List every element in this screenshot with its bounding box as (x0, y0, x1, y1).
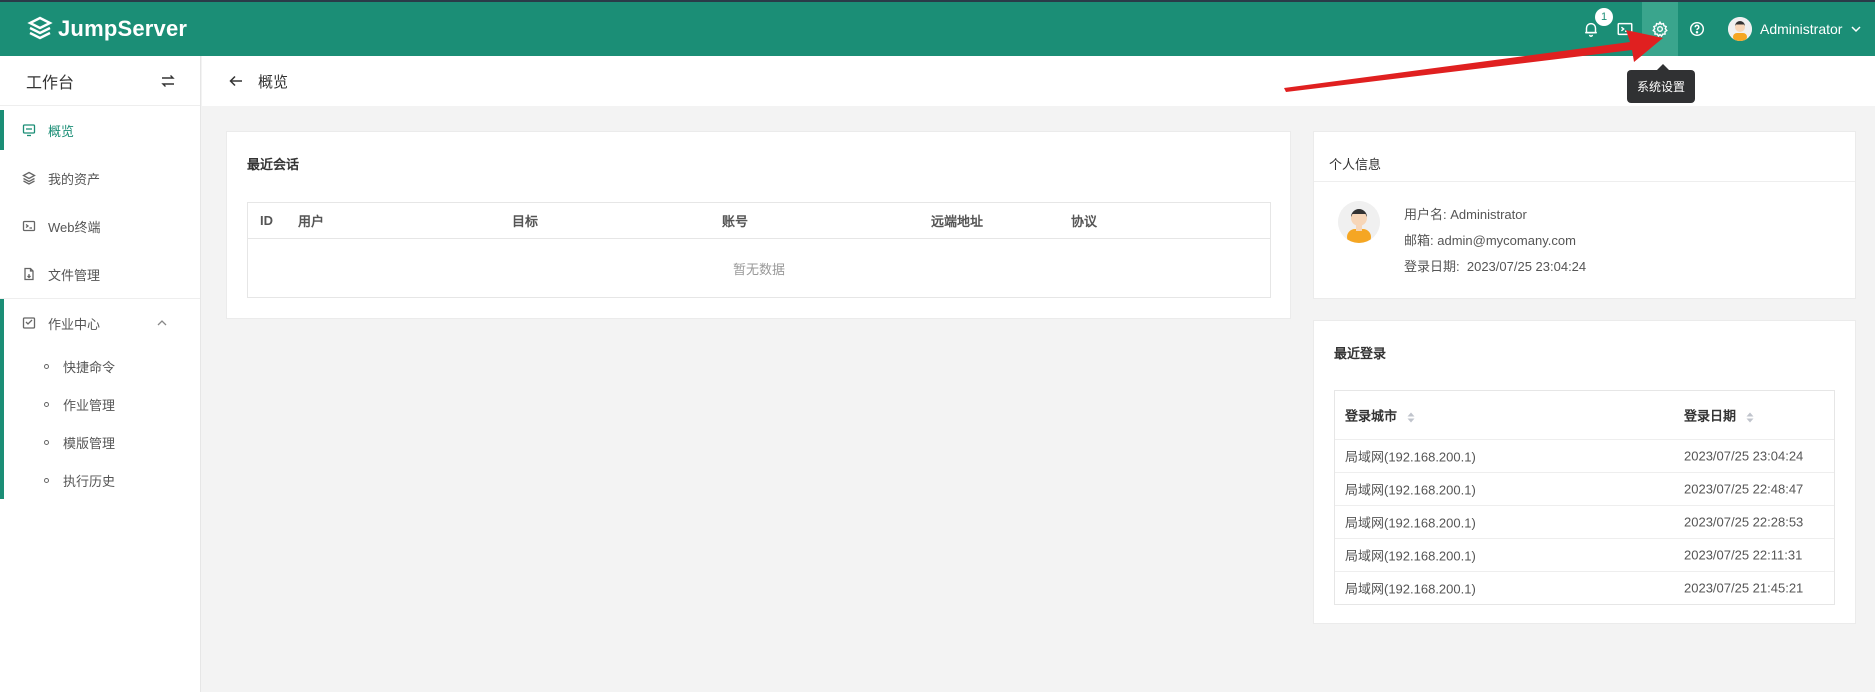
sidebar-subitem-label: 模版管理 (63, 435, 116, 451)
switch-view-icon[interactable] (160, 73, 176, 89)
divider (1314, 181, 1855, 182)
sidebar-item-overview[interactable]: 概览 (0, 106, 200, 154)
chevron-up-icon (157, 320, 167, 326)
table-row: 局域网(192.168.200.1) 2023/07/25 23:04:24 (1335, 439, 1834, 472)
help-icon (1689, 21, 1705, 37)
email-label: 邮箱: (1404, 233, 1434, 248)
column-header-user: 用户 (298, 214, 325, 229)
cell-city: 局域网(192.168.200.1) (1345, 581, 1476, 597)
jumpserver-logo-icon (27, 16, 53, 40)
username-label: 用户名: (1404, 207, 1447, 222)
task-icon (22, 317, 36, 329)
sidebar-item-web-terminal[interactable]: Web终端 (0, 202, 200, 250)
avatar (1338, 201, 1380, 243)
sidebar-header: 工作台 (0, 56, 200, 106)
sidebar-subitem-label: 快捷命令 (63, 359, 116, 375)
monitor-icon (22, 124, 36, 137)
cell-city: 局域网(192.168.200.1) (1345, 515, 1476, 531)
cell-city: 局域网(192.168.200.1) (1345, 482, 1476, 498)
table-row: 局域网(192.168.200.1) 2023/07/25 22:48:47 (1335, 472, 1834, 505)
sidebar-item-job-center[interactable]: 作业中心 (0, 299, 200, 347)
table-row: 局域网(192.168.200.1) 2023/07/25 21:45:21 (1335, 571, 1834, 604)
column-header-label: 登录城市 (1345, 408, 1398, 424)
column-header-label: 登录日期 (1684, 408, 1737, 424)
sort-icon[interactable] (1746, 411, 1754, 423)
sort-icon[interactable] (1407, 411, 1415, 423)
avatar (1728, 17, 1752, 41)
bullet-icon (44, 363, 49, 369)
sidebar-subitem-job-management[interactable]: 作业管理 (0, 385, 200, 423)
column-header-city[interactable]: 登录城市 (1345, 406, 1415, 425)
recent-sessions-table: ID 用户 目标 账号 远端地址 协议 暂无数据 (247, 202, 1271, 298)
profile-card: 个人信息 用户名: Administrator 邮箱: admin@mycoma… (1313, 131, 1856, 299)
login-date-value: 2023/07/25 23:04:24 (1466, 259, 1587, 274)
sidebar: 工作台 概览 我的资产 Web终端 文件管理 作业中心 快捷命令 作业管理 模版… (0, 56, 201, 692)
profile-title: 个人信息 (1329, 157, 1382, 172)
cell-date: 2023/07/25 21:45:21 (1684, 580, 1804, 596)
back-arrow-icon[interactable] (228, 73, 244, 89)
cell-city: 局域网(192.168.200.1) (1345, 548, 1476, 564)
help-button[interactable] (1679, 2, 1715, 56)
cell-date: 2023/07/25 22:28:53 (1684, 514, 1804, 530)
recent-logins-card: 最近登录 登录城市 登录日期 局域网(192.168.200.1) 2023/07… (1313, 320, 1856, 624)
app-name: JumpServer (58, 16, 188, 41)
chevron-down-icon (1851, 26, 1861, 33)
recent-logins-title: 最近登录 (1334, 346, 1387, 361)
column-header-date[interactable]: 登录日期 (1684, 406, 1754, 425)
column-header-protocol: 协议 (1071, 214, 1098, 229)
page-title: 概览 (258, 73, 289, 91)
table-header: ID 用户 目标 账号 远端地址 协议 (248, 203, 1270, 239)
layers-icon (22, 171, 36, 185)
user-menu[interactable]: Administrator (1728, 2, 1862, 56)
username-value: Administrator (1450, 207, 1527, 222)
annotation-arrow (1284, 30, 1663, 92)
cell-date: 2023/07/25 23:04:24 (1684, 448, 1804, 464)
bullet-icon (44, 477, 49, 483)
cell-city: 局域网(192.168.200.1) (1345, 449, 1476, 465)
column-header-account: 账号 (722, 214, 749, 229)
cell-date: 2023/07/25 22:48:47 (1684, 481, 1804, 497)
sidebar-item-label: 文件管理 (48, 267, 101, 283)
empty-state: 暂无数据 (732, 261, 785, 277)
bullet-icon (44, 439, 49, 445)
table-row: 局域网(192.168.200.1) 2023/07/25 22:11:31 (1335, 538, 1834, 571)
sidebar-subitem-execution-history[interactable]: 执行历史 (0, 461, 200, 499)
table-row: 局域网(192.168.200.1) 2023/07/25 22:28:53 (1335, 505, 1834, 538)
sidebar-item-my-assets[interactable]: 我的资产 (0, 154, 200, 202)
logo[interactable]: JumpServer (26, 15, 187, 43)
column-header-target: 目标 (512, 214, 539, 229)
recent-sessions-card: 最近会话 ID 用户 目标 账号 远端地址 协议 暂无数据 (226, 131, 1291, 319)
sidebar-subitem-quick-command[interactable]: 快捷命令 (0, 347, 200, 385)
column-header-remote-address: 远端地址 (931, 214, 984, 229)
sidebar-item-label: 作业中心 (48, 316, 101, 332)
terminal-icon (22, 220, 36, 232)
recent-logins-table: 登录城市 登录日期 局域网(192.168.200.1) 2023/07/25 2… (1334, 390, 1835, 605)
sidebar-subitem-label: 作业管理 (63, 397, 116, 413)
sidebar-item-file-manager[interactable]: 文件管理 (0, 250, 200, 298)
email-value: admin@mycomany.com (1437, 233, 1576, 248)
sidebar-group-job-center: 作业中心 快捷命令 作业管理 模版管理 执行历史 (0, 298, 200, 499)
sidebar-subitem-label: 执行历史 (63, 473, 116, 489)
file-icon (24, 267, 34, 281)
profile-info: 用户名: Administrator 邮箱: admin@mycomany.co… (1404, 202, 1586, 280)
table-header: 登录城市 登录日期 (1335, 391, 1834, 439)
sidebar-subitem-template-management[interactable]: 模版管理 (0, 423, 200, 461)
sidebar-item-label: 我的资产 (48, 171, 101, 187)
column-header-id: ID (260, 213, 273, 228)
workbench-title: 工作台 (26, 74, 75, 92)
user-name: Administrator (1760, 21, 1843, 37)
sidebar-item-label: Web终端 (48, 219, 101, 235)
sidebar-item-label: 概览 (48, 123, 75, 139)
bullet-icon (44, 401, 49, 407)
login-date-label: 登录日期: (1404, 259, 1460, 274)
recent-sessions-title: 最近会话 (247, 157, 300, 172)
cell-date: 2023/07/25 22:11:31 (1684, 547, 1803, 563)
